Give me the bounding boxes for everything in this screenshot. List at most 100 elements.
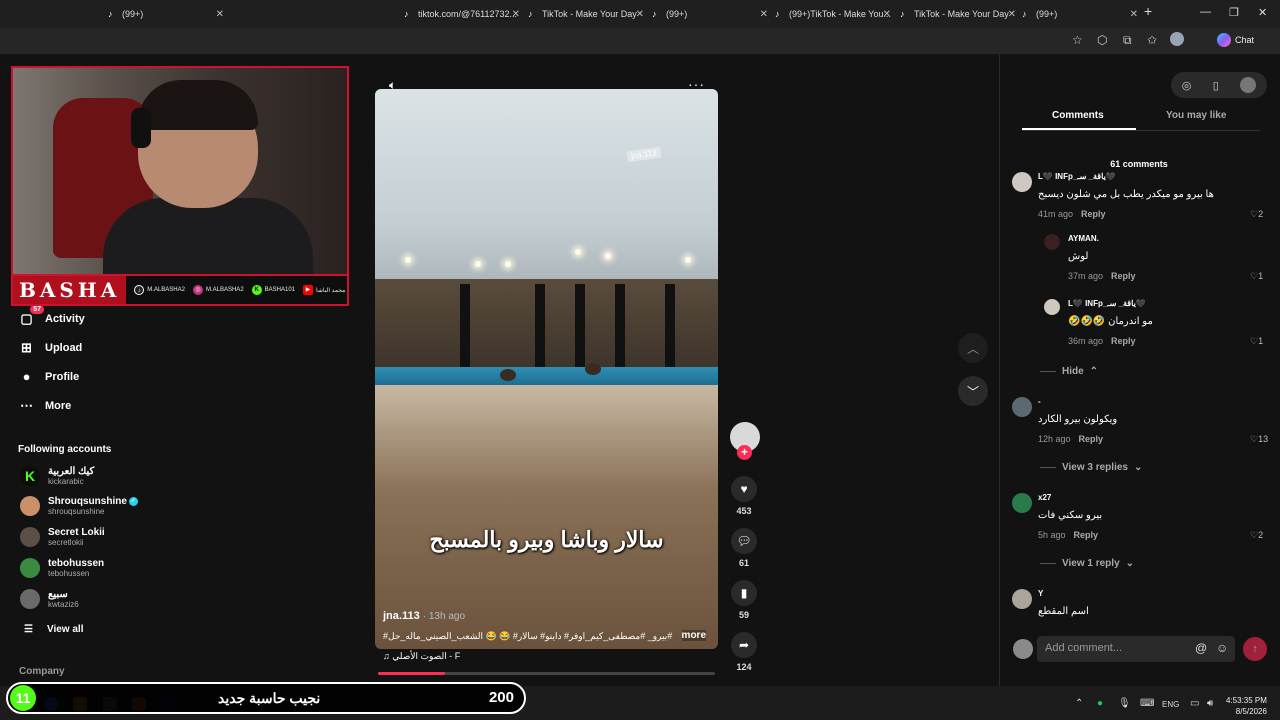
comment-like-button[interactable]: ♡1: [1250, 336, 1263, 347]
share-icon: ➦: [731, 632, 757, 658]
microphone-icon[interactable]: 🎙︎: [1118, 698, 1131, 709]
close-tab-icon[interactable]: ✕: [216, 9, 224, 20]
video-author[interactable]: jna.113 · 13h ago: [383, 610, 465, 622]
following-account[interactable]: tebohussen tebohussen: [20, 558, 104, 578]
verified-icon: ✓: [128, 496, 138, 506]
new-tab-button[interactable]: +: [1144, 3, 1152, 19]
speaker-icon[interactable]: 🔊︎: [1207, 698, 1213, 709]
comment-text: بيرو سكني فات: [1038, 510, 1103, 521]
close-tab-icon[interactable]: ✕: [1008, 9, 1016, 20]
more-button[interactable]: more: [681, 630, 706, 641]
view-all-button[interactable]: ☰ View all: [24, 624, 83, 635]
chevron-up-tray-icon[interactable]: ⌃: [1075, 698, 1083, 709]
browser-tab[interactable]: ♪ (99+) ✕: [1022, 4, 1142, 24]
notification-badge: 57: [30, 305, 44, 314]
mention-icon[interactable]: @: [1195, 641, 1207, 655]
system-clock[interactable]: 4:53:35 PM 8/5/2026: [1226, 695, 1267, 717]
sidebar-item-profile[interactable]: ● Profile: [18, 368, 80, 385]
reply-button[interactable]: Reply: [1111, 271, 1136, 281]
following-account[interactable]: Secret Lokii secretlokii: [20, 527, 105, 547]
comment-like-button[interactable]: ♡2: [1250, 209, 1263, 220]
close-tab-icon[interactable]: ✕: [512, 9, 520, 20]
comment-like-button[interactable]: ♡1: [1250, 271, 1263, 282]
browser-tab[interactable]: ♪ (99+) ✕: [652, 4, 772, 24]
hide-replies-button[interactable]: Hide ⌃: [1040, 366, 1098, 377]
extensions-icon[interactable]: ⬡: [1097, 33, 1107, 47]
network-icon[interactable]: ▭: [1190, 698, 1199, 709]
view-replies-button[interactable]: View 1 reply ⌄: [1040, 558, 1134, 569]
following-account[interactable]: K كيك العربية kickarabic: [20, 466, 94, 486]
video-sound[interactable]: ♫ الصوت الأصلي - F: [383, 651, 460, 662]
language-indicator[interactable]: ENG: [1162, 700, 1179, 709]
commenter-avatar[interactable]: [1044, 299, 1060, 315]
follow-plus-button[interactable]: +: [737, 445, 752, 460]
browser-tab[interactable]: ♪ TikTok - Make Your Day ✕: [900, 4, 1020, 24]
commenter-avatar[interactable]: [1012, 397, 1032, 417]
phone-icon[interactable]: ▯: [1213, 79, 1219, 92]
commenter-avatar[interactable]: [1012, 589, 1032, 609]
comment-like-button[interactable]: ♡2: [1250, 530, 1263, 541]
close-tab-icon[interactable]: ✕: [636, 9, 644, 20]
upload-icon: ⊞: [21, 339, 32, 355]
reply-button[interactable]: Reply: [1074, 530, 1099, 540]
user-avatar[interactable]: [1240, 77, 1257, 93]
sidebar-item-more[interactable]: ⋯ More: [18, 397, 71, 414]
commenter-avatar[interactable]: [1012, 493, 1032, 513]
account-avatar: [20, 589, 40, 609]
video-player[interactable]: jna.113 سالار وباشا وبيرو بالمسبح jna.11…: [375, 89, 718, 649]
company-link[interactable]: Company: [19, 666, 65, 677]
sidebar-item-upload[interactable]: ⊞ Upload: [18, 339, 82, 356]
commenter-avatar[interactable]: [1012, 172, 1032, 192]
following-account[interactable]: Shrouqsunshine ✓ shrouqsunshine: [20, 496, 138, 516]
level-badge: 11: [10, 685, 36, 711]
sidebar-item-activity[interactable]: ▢ 57 Activity: [18, 305, 85, 327]
following-account[interactable]: سبيع kwtaziz6: [20, 589, 79, 609]
close-tab-icon[interactable]: ✕: [883, 9, 891, 20]
like-button[interactable]: ♥ 453: [731, 476, 757, 516]
reply-button[interactable]: Reply: [1079, 434, 1104, 444]
post-time: · 13h ago: [422, 611, 466, 622]
favorite-star-icon[interactable]: ☆: [1072, 33, 1083, 47]
share-button[interactable]: ➦ 124: [731, 632, 757, 672]
split-screen-icon[interactable]: ⧉: [1123, 33, 1132, 48]
keyboard-icon[interactable]: ⌨: [1140, 698, 1154, 709]
copilot-chat-button[interactable]: Chat: [1217, 33, 1254, 47]
next-video-button[interactable]: ﹀: [958, 376, 988, 406]
minimize-icon[interactable]: —: [1200, 6, 1211, 18]
send-comment-button[interactable]: ↑: [1243, 637, 1267, 661]
browser-tab[interactable]: ♪ tiktok.com/@76112732... ✕: [404, 4, 524, 24]
close-tab-icon[interactable]: ✕: [1130, 9, 1138, 20]
video-progress-bar[interactable]: [378, 672, 715, 675]
video-hashtags[interactable]: #بيرو_ #مصطفى_كيم_اوفر# داينو# سالار# 😂 …: [383, 631, 713, 642]
commenter-name[interactable]: -: [1038, 397, 1041, 406]
close-tab-icon[interactable]: ✕: [760, 9, 768, 20]
coin-icon[interactable]: ◎: [1182, 79, 1192, 92]
favorites-icon[interactable]: ✩: [1147, 33, 1157, 47]
commenter-name[interactable]: x27: [1038, 493, 1051, 502]
heart-outline-icon: ♡: [1250, 530, 1259, 540]
reply-button[interactable]: Reply: [1081, 209, 1106, 219]
emoji-icon[interactable]: ☺: [1216, 641, 1228, 655]
comment-like-button[interactable]: ♡13: [1250, 434, 1268, 445]
app-tray-icon[interactable]: ●: [1097, 698, 1103, 709]
maximize-icon[interactable]: ❐: [1229, 6, 1239, 19]
browser-tab[interactable]: ♪ TikTok - Make Your Day ✕: [528, 4, 648, 24]
commenter-name[interactable]: Y: [1038, 589, 1043, 598]
comment-button[interactable]: 💬︎ 61: [731, 528, 757, 568]
view-replies-button[interactable]: View 3 replies ⌄: [1040, 462, 1142, 473]
tab-you-may-like[interactable]: You may like: [1166, 110, 1226, 121]
save-button[interactable]: ▮ 59: [731, 580, 757, 620]
browser-tab[interactable]: ♪ (99+)TikTok - Make You... ✕: [775, 4, 895, 24]
account-username: secretlokii: [48, 538, 84, 547]
commenter-avatar[interactable]: [1044, 234, 1060, 250]
reply-button[interactable]: Reply: [1111, 336, 1136, 346]
commenter-name[interactable]: AYMAN.: [1068, 234, 1099, 243]
more-icon: ⋯: [20, 397, 33, 413]
previous-video-button[interactable]: ︿: [958, 333, 988, 363]
browser-tab[interactable]: ♪ (99+) ✕: [108, 4, 228, 24]
commenter-name[interactable]: L🖤 INFp_ياقة_ سـ🖤: [1068, 299, 1146, 308]
close-window-icon[interactable]: ✕: [1258, 6, 1267, 19]
tab-comments[interactable]: Comments: [1052, 110, 1104, 121]
commenter-name[interactable]: L🖤 INFp_ياقة_ سـ🖤: [1038, 172, 1116, 181]
browser-profile-avatar[interactable]: [1170, 32, 1184, 46]
